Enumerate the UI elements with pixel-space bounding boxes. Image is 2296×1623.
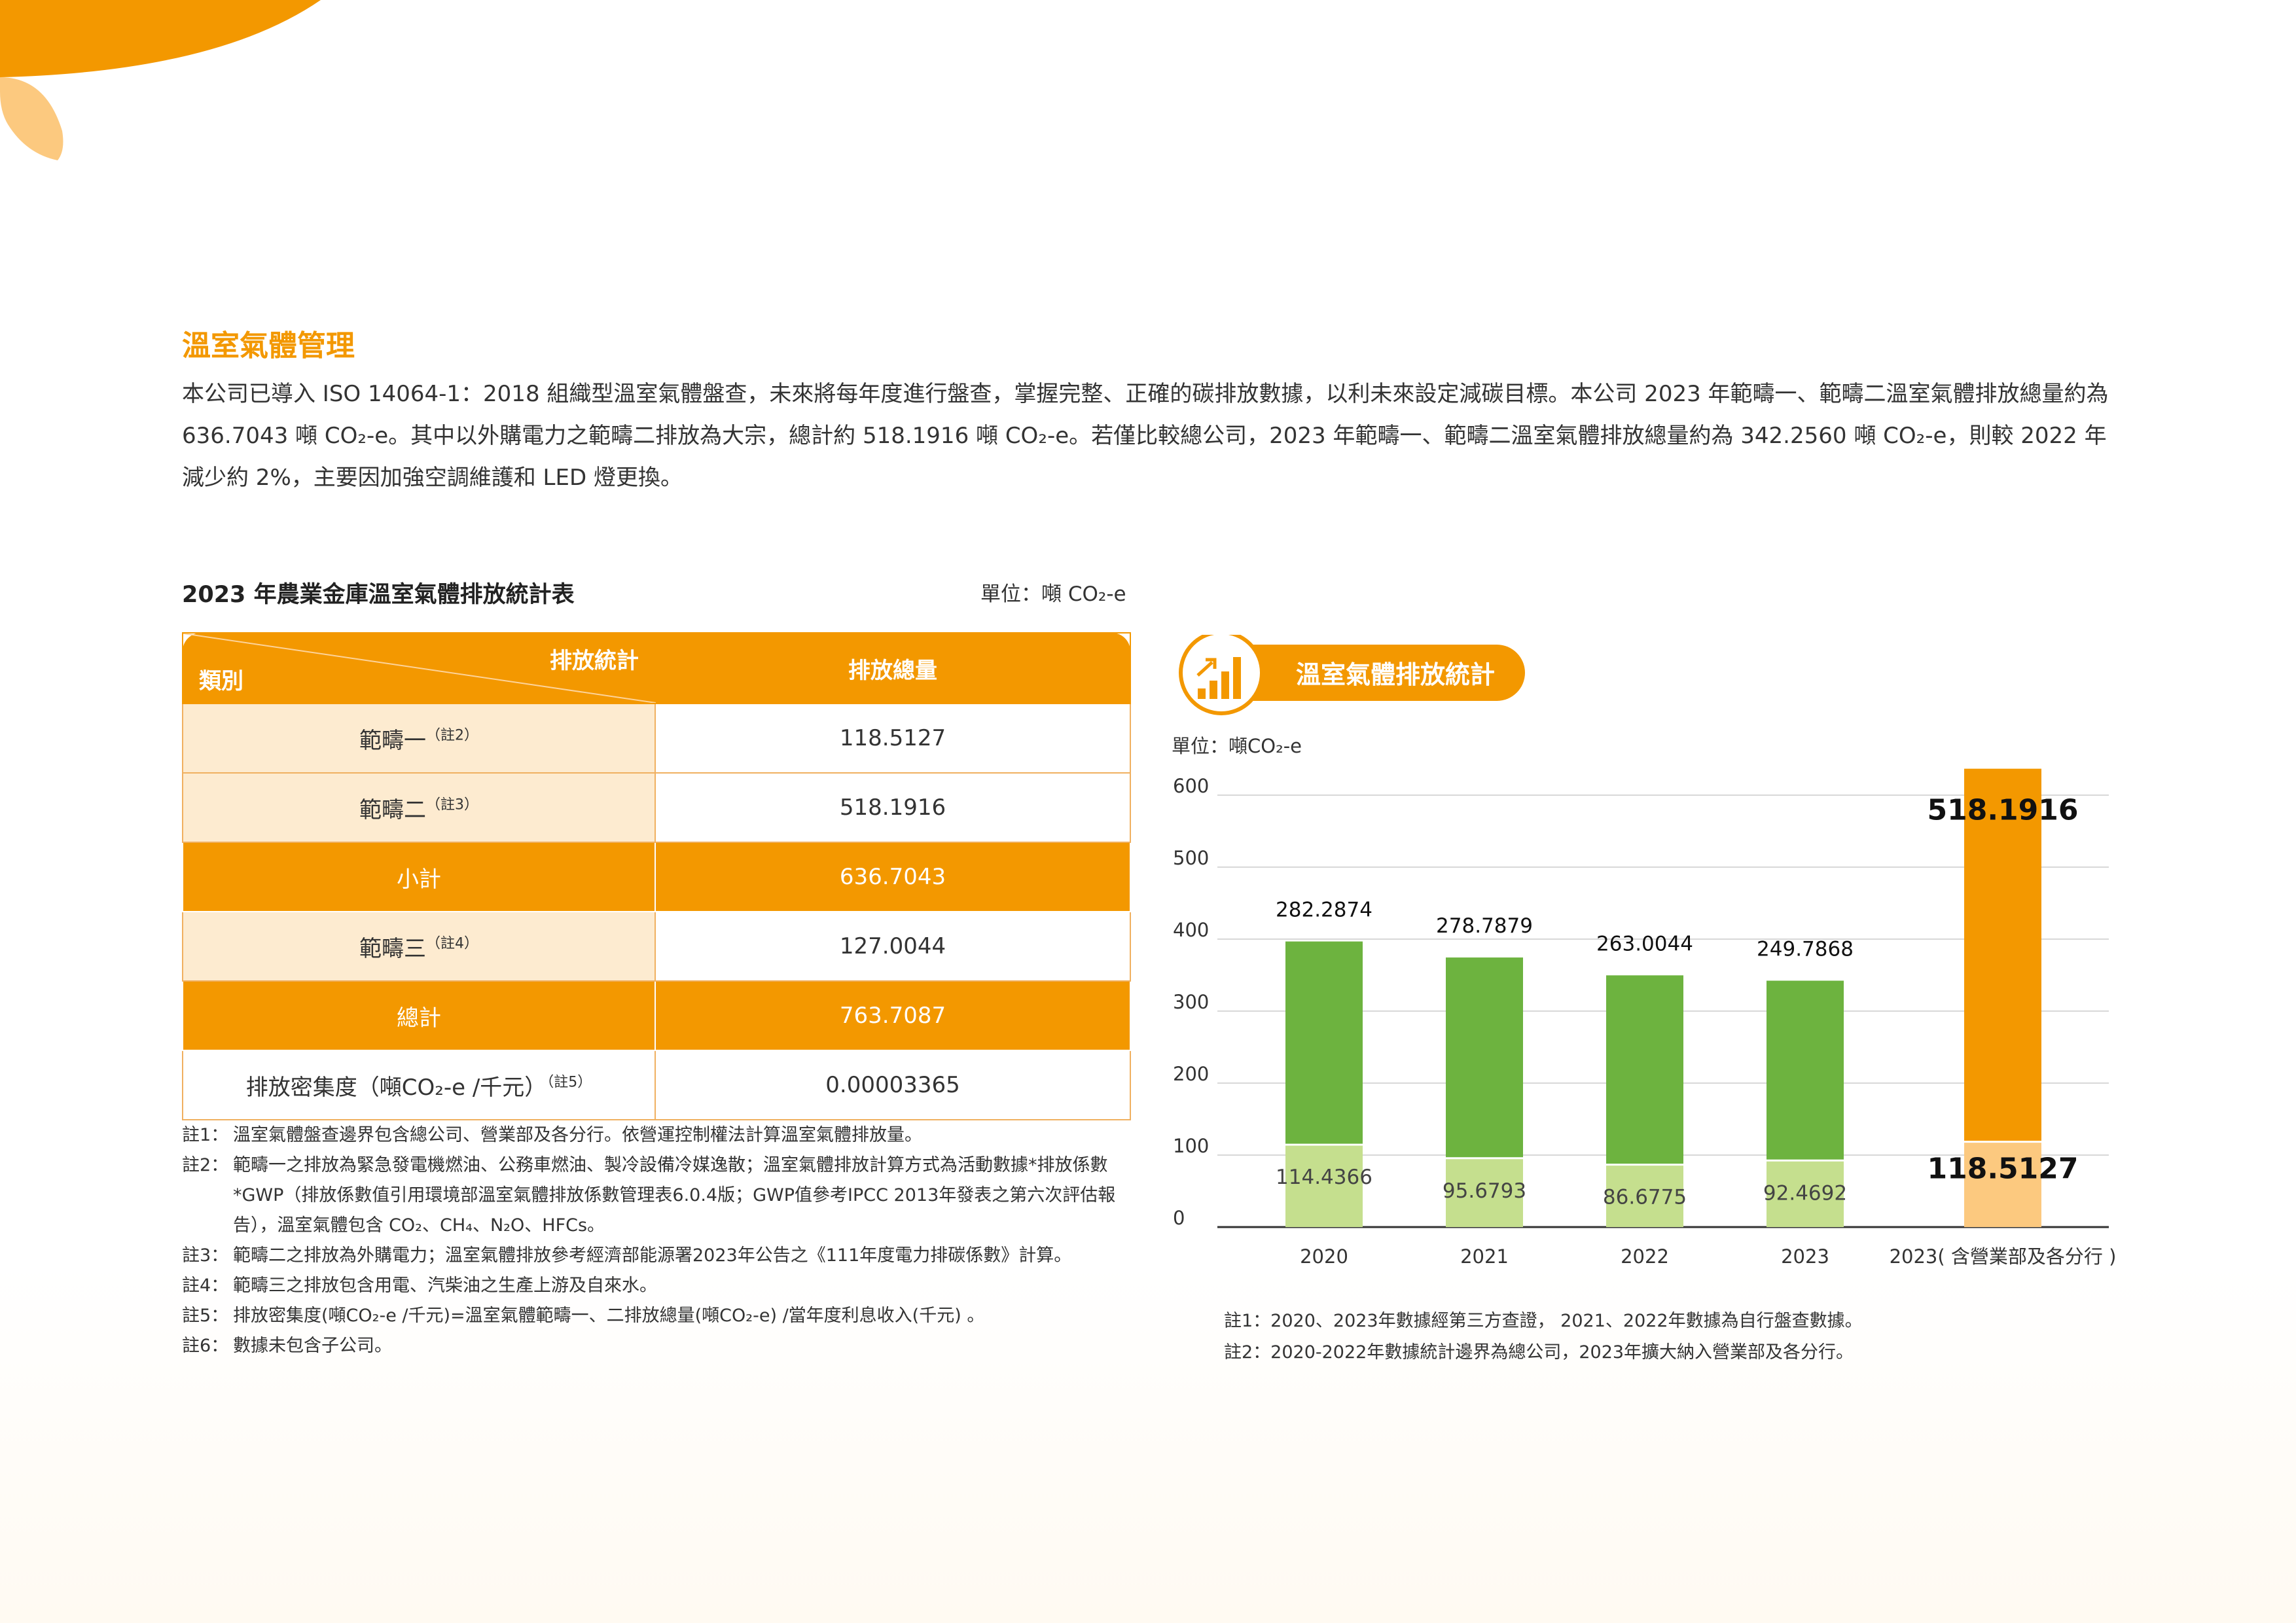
x-tick-label: 2022 [1621, 1245, 1669, 1268]
x-tick-label: 2021 [1460, 1245, 1509, 1268]
chart-note: 註1：2020、2023年數據經第三方查證， 2021、2022年數據為自行盤查… [1224, 1311, 1863, 1331]
unit-label: 單位：噸CO₂-e [1172, 735, 1302, 757]
row-label: 範疇三 [359, 935, 426, 962]
row-label: 總計 [397, 1005, 441, 1031]
row-label: 範疇二 [359, 796, 426, 823]
row-note: （註5） [547, 1074, 592, 1091]
table-row: 範疇三（註4） 127.0044 [182, 911, 1131, 982]
data-label-scope2: 282.2874 [1276, 899, 1372, 922]
row-value: 118.5127 [655, 703, 1131, 774]
bar-scope2 [1606, 975, 1683, 1165]
chart-note: 註2：2020-2022年數據統計邊界為總公司，2023年擴大納入營業部及各分行… [1224, 1342, 1854, 1363]
row-note: （註3） [426, 796, 478, 813]
y-tick-label: 300 [1173, 991, 1209, 1013]
header-emission-stat: 排放統計 [550, 648, 639, 674]
row-value: 763.7087 [655, 980, 1131, 1051]
row-note: （註4） [426, 935, 478, 952]
note-item: 註5： 排放密集度(噸CO₂-e /千元)=溫室氣體範疇一、二排放總量(噸CO₂-… [182, 1306, 985, 1326]
chart-notes: 註1：2020、2023年數據經第三方查證， 2021、2022年數據為自行盤查… [1224, 1306, 1863, 1368]
row-value: 518.1916 [655, 772, 1131, 843]
emission-bar-chart: 單位：噸CO₂-e 0 100 200 300 400 500 600 114.4366 282.… [1172, 735, 2117, 1268]
header-category: 類別 [199, 668, 243, 694]
x-tick-label: 2020 [1300, 1245, 1348, 1268]
table-row: 小計 636.7043 [182, 842, 1131, 912]
note-item: 註4： 範疇三之排放包含用電、汽柴油之生產上游及自來水。 [182, 1275, 657, 1296]
note-item: 註6： 數據未包含子公司。 [182, 1336, 392, 1356]
row-label: 範疇一 [359, 727, 426, 754]
header-total: 排放總量 [655, 632, 1131, 704]
data-label-scope1: 118.5127 [1927, 1152, 2078, 1186]
note-item: 註2： 範疇一之排放為緊急發電機燃油、公務車燃油、製冷設備冷媒逸散；溫室氣體排放計… [182, 1155, 1116, 1236]
y-tick-label: 0 [1173, 1207, 1185, 1229]
table-row: 範疇二（註3） 518.1916 [182, 772, 1131, 843]
y-tick-label: 400 [1173, 919, 1209, 941]
data-label-scope1: 86.6775 [1603, 1186, 1687, 1209]
table-unit: 單位：噸 CO₂-e [980, 582, 1126, 606]
table-notes: 註1： 溫室氣體盤查邊界包含總公司、營業部及各分行。依營運控制權法計算溫室氣體排放… [182, 1120, 1138, 1361]
note-item: 註1： 溫室氣體盤查邊界包含總公司、營業部及各分行。依營運控制權法計算溫室氣體排放… [182, 1125, 922, 1145]
section-title: 溫室氣體管理 [182, 329, 355, 363]
x-tick-label: 2023( 含營業部及各分行 ) [1890, 1245, 2117, 1268]
data-label-scope2: 278.7879 [1436, 914, 1533, 938]
table-row: 範疇一（註2） 118.5127 [182, 703, 1131, 774]
y-tick-label: 600 [1173, 775, 1209, 797]
y-tick-label: 200 [1173, 1063, 1209, 1085]
table-row: 總計 763.7087 [182, 980, 1131, 1051]
note-item: 註3： 範疇二之排放為外購電力；溫室氣體排放參考經濟部能源署2023年公告之《11… [182, 1245, 1072, 1266]
row-value: 0.00003365 [655, 1050, 1131, 1120]
y-tick-label: 500 [1173, 847, 1209, 869]
data-label-scope1: 92.4692 [1763, 1181, 1847, 1205]
bar-scope2 [1285, 941, 1363, 1145]
intro-paragraph: 本公司已導入 ISO 14064-1：2018 組織型溫室氣體盤查，未來將每年度… [182, 381, 2109, 491]
bar-scope2 [1446, 957, 1523, 1158]
table-title: 2023 年農業金庫溫室氣體排放統計表 [182, 582, 575, 608]
bar-scope2 [1767, 980, 1844, 1161]
row-label: 排放密集度（噸CO₂-e /千元） [245, 1074, 547, 1101]
row-value: 127.0044 [655, 911, 1131, 982]
y-tick-label: 100 [1173, 1135, 1209, 1157]
table-row: 排放密集度（噸CO₂-e /千元）（註5） 0.00003365 [182, 1050, 1131, 1120]
row-value: 636.7043 [655, 842, 1131, 912]
table-header-diagonal: 排放統計 類別 [182, 632, 656, 704]
emission-table: 排放統計 類別 排放總量 範疇一（註2） 118.5127 範疇二（註3） 51… [182, 632, 1131, 1120]
data-label-scope2: 518.1916 [1927, 794, 2078, 827]
corner-leaf-decoration [0, 0, 321, 160]
row-note: （註2） [426, 727, 478, 744]
data-label-scope1: 95.6793 [1443, 1179, 1526, 1203]
data-label-scope2: 263.0044 [1596, 932, 1693, 955]
data-label-scope1: 114.4366 [1276, 1166, 1372, 1189]
x-tick-label: 2023 [1781, 1245, 1829, 1268]
chart-title: 溫室氣體排放統計 [1296, 660, 1496, 689]
row-label: 小計 [397, 866, 441, 893]
data-label-scope2: 249.7868 [1757, 938, 1854, 961]
